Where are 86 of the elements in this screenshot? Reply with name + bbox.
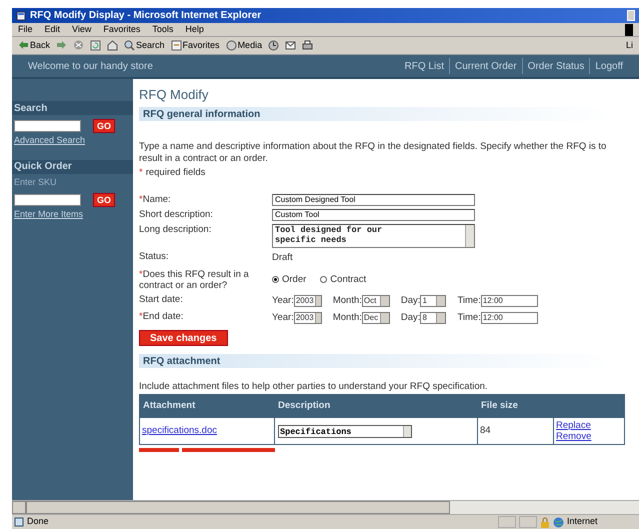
- month-dropdown[interactable]: Oct: [362, 294, 390, 307]
- time-label: Time:: [457, 294, 481, 308]
- field-label: Short description:: [139, 209, 214, 220]
- day-dropdown[interactable]: 8: [420, 312, 446, 324]
- intro-text: Type a name and descriptive information about the RFQ in the designated fields. Specify whether the RFQ is to result in a contract or an order.: [139, 141, 608, 165]
- globe-icon[interactable]: [553, 516, 564, 528]
- status-value: Draft: [272, 251, 293, 266]
- table-cell: 84: [480, 424, 491, 438]
- go-button[interactable]: GO: [93, 193, 116, 207]
- scrollbar: [465, 225, 474, 248]
- zone-label: Internet: [567, 515, 599, 528]
- description-field[interactable]: Specifications: [278, 424, 412, 438]
- day-label: Day:: [400, 294, 420, 308]
- day-label: Day:: [400, 310, 420, 325]
- menu-item[interactable]: View: [72, 22, 92, 36]
- required-note: required fields: [146, 166, 206, 180]
- home-icon[interactable]: [107, 40, 118, 51]
- year-dropdown[interactable]: 2003: [294, 312, 322, 324]
- window-title: RFQ Modify Display - Microsoft Internet Explorer: [30, 9, 262, 23]
- action-link[interactable]: Remove: [556, 431, 622, 442]
- year-label: Year:: [272, 294, 294, 308]
- text-field[interactable]: Custom Designed Tool: [272, 194, 475, 206]
- menu-item[interactable]: Help: [185, 22, 204, 36]
- mail-icon[interactable]: [285, 40, 296, 51]
- go-button[interactable]: GO: [93, 119, 116, 133]
- media-button[interactable]: Media: [226, 38, 262, 52]
- radio-option[interactable]: Contract: [320, 272, 366, 287]
- back-button[interactable]: Back: [18, 38, 50, 52]
- column-header: Attachment: [142, 399, 196, 414]
- time-label: Time:: [457, 310, 481, 325]
- required-mark: *: [139, 166, 143, 180]
- nav-link[interactable]: Logoff: [595, 58, 623, 74]
- field-label: *Does this RFQ result in a contract or an order?: [139, 268, 250, 290]
- month-dropdown[interactable]: Dec: [362, 312, 390, 324]
- lock-icon[interactable]: [540, 516, 550, 528]
- save-changes-button[interactable]: Save changes: [139, 330, 228, 346]
- favorites-icon: [170, 40, 182, 51]
- field-label: Long description:: [139, 224, 212, 236]
- menu-item[interactable]: Favorites: [103, 22, 140, 36]
- time-field[interactable]: 12:00: [480, 312, 538, 324]
- sidebar-heading: Search: [12, 101, 133, 115]
- time-field[interactable]: 12:00: [480, 294, 538, 307]
- column-header: File size: [480, 399, 519, 414]
- favorites-button[interactable]: Favorites: [170, 38, 220, 52]
- nav-link[interactable]: Current Order: [454, 58, 517, 74]
- media-icon: [226, 40, 237, 51]
- menu-item[interactable]: Tools: [152, 22, 174, 36]
- print-icon[interactable]: [302, 40, 314, 51]
- welcome-text: Welcome to our handy store: [28, 60, 153, 74]
- year-label: Year:: [272, 310, 294, 325]
- attachment-intro: Include attachment files to help other parties to understand your RFQ specification.: [139, 380, 489, 394]
- field-label: *Name:: [139, 194, 172, 206]
- nav-link[interactable]: RFQ List: [404, 58, 444, 74]
- page-title: RFQ Modify: [139, 86, 210, 104]
- field-label: *End date:: [139, 310, 184, 322]
- sku-field[interactable]: [14, 194, 81, 206]
- radio-option[interactable]: Order: [272, 272, 306, 287]
- long-description-field[interactable]: Tool designed for our specific needs: [272, 224, 475, 248]
- stop-icon[interactable]: [73, 40, 84, 51]
- back-icon: [18, 40, 29, 51]
- search-button[interactable]: Search: [124, 38, 165, 52]
- history-icon[interactable]: [268, 40, 280, 51]
- text-field[interactable]: Custom Tool: [272, 209, 475, 222]
- menu-item[interactable]: Edit: [44, 22, 60, 36]
- horizontal-scrollbar[interactable]: [12, 500, 639, 514]
- field-label: Start date:: [139, 294, 184, 304]
- field-label: Status:: [139, 251, 170, 262]
- column-header: Description: [277, 399, 332, 414]
- search-icon: [124, 40, 136, 51]
- nav-link[interactable]: Order Status: [528, 58, 584, 74]
- search-field[interactable]: [14, 120, 81, 132]
- day-dropdown[interactable]: 1: [420, 294, 446, 307]
- window-icon[interactable]: [16, 10, 26, 20]
- year-dropdown[interactable]: 2003: [294, 294, 322, 307]
- month-label: Month:: [332, 294, 362, 308]
- status-text: Done: [27, 515, 49, 528]
- sidebar-heading: Quick Order: [12, 160, 133, 174]
- links-label[interactable]: Li: [626, 38, 633, 52]
- page-icon[interactable]: [14, 517, 24, 527]
- month-label: Month:: [332, 310, 362, 325]
- menu-item[interactable]: File: [18, 22, 33, 36]
- action-link[interactable]: Replace: [556, 420, 622, 432]
- refresh-icon[interactable]: [90, 40, 102, 51]
- advanced-search-link[interactable]: Advanced Search: [12, 134, 133, 148]
- enter-more-items-link[interactable]: Enter More Items: [12, 208, 133, 222]
- sku-label: Enter SKU: [13, 176, 58, 188]
